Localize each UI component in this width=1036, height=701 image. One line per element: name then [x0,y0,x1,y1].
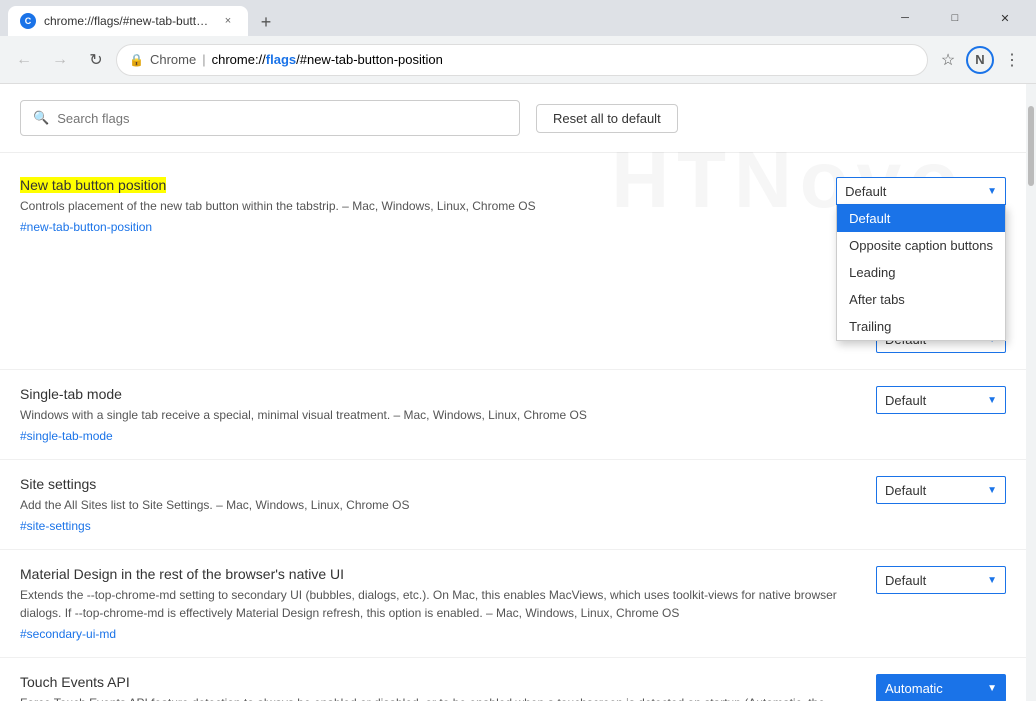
content-area: 🔍 Reset all to default HTNovo New tab bu… [0,84,1026,701]
flag-control-single-tab: Default ▼ [866,386,1006,414]
scrollbar-thumb[interactable] [1028,106,1034,186]
flag-control-touch-events: Automatic ▼ [866,674,1006,701]
dropdown-option-after-tabs[interactable]: After tabs [837,286,1005,313]
flag-info-touch-events: Touch Events API Force Touch Events API … [20,674,850,701]
address-bar: ← → ↻ 🔒 Chrome | chrome://flags/#new-tab… [0,36,1036,84]
back-button[interactable]: ← [8,44,40,76]
dropdown-material-design[interactable]: Default ▼ [876,566,1006,594]
dropdown-option-default[interactable]: Default [837,205,1005,232]
flag-item-single-tab-mode: Single-tab mode Windows with a single ta… [0,370,1026,460]
flag-name-highlight: New tab button position [20,177,166,193]
flag-info-site-settings: Site settings Add the All Sites list to … [20,476,850,533]
flag-name-site-settings: Site settings [20,476,850,492]
flag-desc-new-tab: Controls placement of the new tab button… [20,197,850,215]
dropdown-option-opposite[interactable]: Opposite caption buttons [837,232,1005,259]
tab-favicon: C [20,13,36,29]
dropdown-arrow-touch-events: ▼ [987,683,997,694]
title-bar: C chrome://flags/#new-tab-button... × + … [0,0,1036,36]
flag-link-single-tab[interactable]: #single-tab-mode [20,429,113,443]
flag-desc-site-settings: Add the All Sites list to Site Settings.… [20,496,850,514]
tab-title: chrome://flags/#new-tab-button... [44,14,212,28]
dropdown-selected-value: Default [845,184,886,199]
site-info-icon: 🔒 [129,53,144,67]
window-controls: ─ □ ✕ [882,2,1028,34]
url-display: chrome://flags/#new-tab-button-position [212,52,443,67]
dropdown-menu-new-tab: Default Opposite caption buttons Leading… [836,205,1006,341]
flag-info-new-tab: New tab button position Controls placeme… [20,177,850,234]
flag-item-new-tab-button-position: New tab button position Controls placeme… [0,161,1026,370]
search-icon: 🔍 [33,110,49,126]
flag-info-single-tab: Single-tab mode Windows with a single ta… [20,386,850,443]
flag-control-new-tab: Default ▼ Default Opposite caption butto… [866,177,1006,353]
tab-close-button[interactable]: × [220,13,236,29]
dropdown-arrow-icon: ▼ [987,186,997,197]
main-area: 🔍 Reset all to default HTNovo New tab bu… [0,84,1036,701]
flag-link-new-tab[interactable]: #new-tab-button-position [20,220,152,234]
flag-desc-material-design: Extends the --top-chrome-md setting to s… [20,586,850,622]
minimize-button[interactable]: ─ [882,2,928,34]
url-separator: | [202,52,205,67]
maximize-button[interactable]: □ [932,2,978,34]
reset-all-button[interactable]: Reset all to default [536,104,678,133]
close-button[interactable]: ✕ [982,2,1028,34]
flag-item-site-settings: Site settings Add the All Sites list to … [0,460,1026,550]
flag-item-touch-events: Touch Events API Force Touch Events API … [0,658,1026,701]
tab-area: C chrome://flags/#new-tab-button... × + [8,0,878,36]
dropdown-value-site-settings: Default [885,483,926,498]
profile-icon[interactable]: N [966,46,994,74]
flag-name-material-design: Material Design in the rest of the brows… [20,566,850,582]
flag-link-site-settings[interactable]: #site-settings [20,519,91,533]
flag-control-material-design: Default ▼ [866,566,1006,594]
bookmark-star-icon[interactable]: ☆ [932,44,964,76]
dropdown-option-trailing[interactable]: Trailing [837,313,1005,340]
dropdown-value-touch-events: Automatic [885,681,943,696]
url-suffix: /#new-tab-button-position [296,52,443,67]
dropdown-header-new-tab[interactable]: Default ▼ [836,177,1006,205]
forward-button[interactable]: → [44,44,76,76]
flags-header: 🔍 Reset all to default [0,84,1026,153]
dropdown-site-settings[interactable]: Default ▼ [876,476,1006,504]
flag-name-new-tab: New tab button position [20,177,850,193]
dropdown-arrow-material-design: ▼ [987,575,997,586]
dropdown-open-container: Default ▼ Default Opposite caption butto… [836,177,1006,341]
flags-list: New tab button position Controls placeme… [0,153,1026,701]
flag-info-material-design: Material Design in the rest of the brows… [20,566,850,641]
dropdown-value-material-design: Default [885,573,926,588]
url-prefix: chrome:// [212,52,266,67]
toolbar-icons: ☆ N ⋮ [932,44,1028,76]
dropdown-arrow-site-settings: ▼ [987,485,997,496]
browser-name: Chrome [150,52,196,67]
flag-name-touch-events: Touch Events API [20,674,850,690]
new-tab-button[interactable]: + [252,8,280,36]
flag-link-material-design[interactable]: #secondary-ui-md [20,627,116,641]
flag-name-single-tab: Single-tab mode [20,386,850,402]
chrome-menu-icon[interactable]: ⋮ [996,44,1028,76]
flag-control-site-settings: Default ▼ [866,476,1006,504]
refresh-button[interactable]: ↻ [80,44,112,76]
omnibox[interactable]: 🔒 Chrome | chrome://flags/#new-tab-butto… [116,44,928,76]
search-box[interactable]: 🔍 [20,100,520,136]
dropdown-touch-events[interactable]: Automatic ▼ [876,674,1006,701]
flag-item-material-design: Material Design in the rest of the brows… [0,550,1026,658]
dropdown-single-tab[interactable]: Default ▼ [876,386,1006,414]
flag-desc-touch-events: Force Touch Events API feature detection… [20,694,850,701]
flag-desc-single-tab: Windows with a single tab receive a spec… [20,406,850,424]
dropdown-value-single-tab: Default [885,393,926,408]
vertical-scrollbar[interactable] [1026,84,1036,701]
dropdown-arrow-single-tab: ▼ [987,395,997,406]
url-flags-highlight: flags [266,52,296,67]
active-tab[interactable]: C chrome://flags/#new-tab-button... × [8,6,248,36]
search-input[interactable] [57,111,507,126]
dropdown-option-leading[interactable]: Leading [837,259,1005,286]
